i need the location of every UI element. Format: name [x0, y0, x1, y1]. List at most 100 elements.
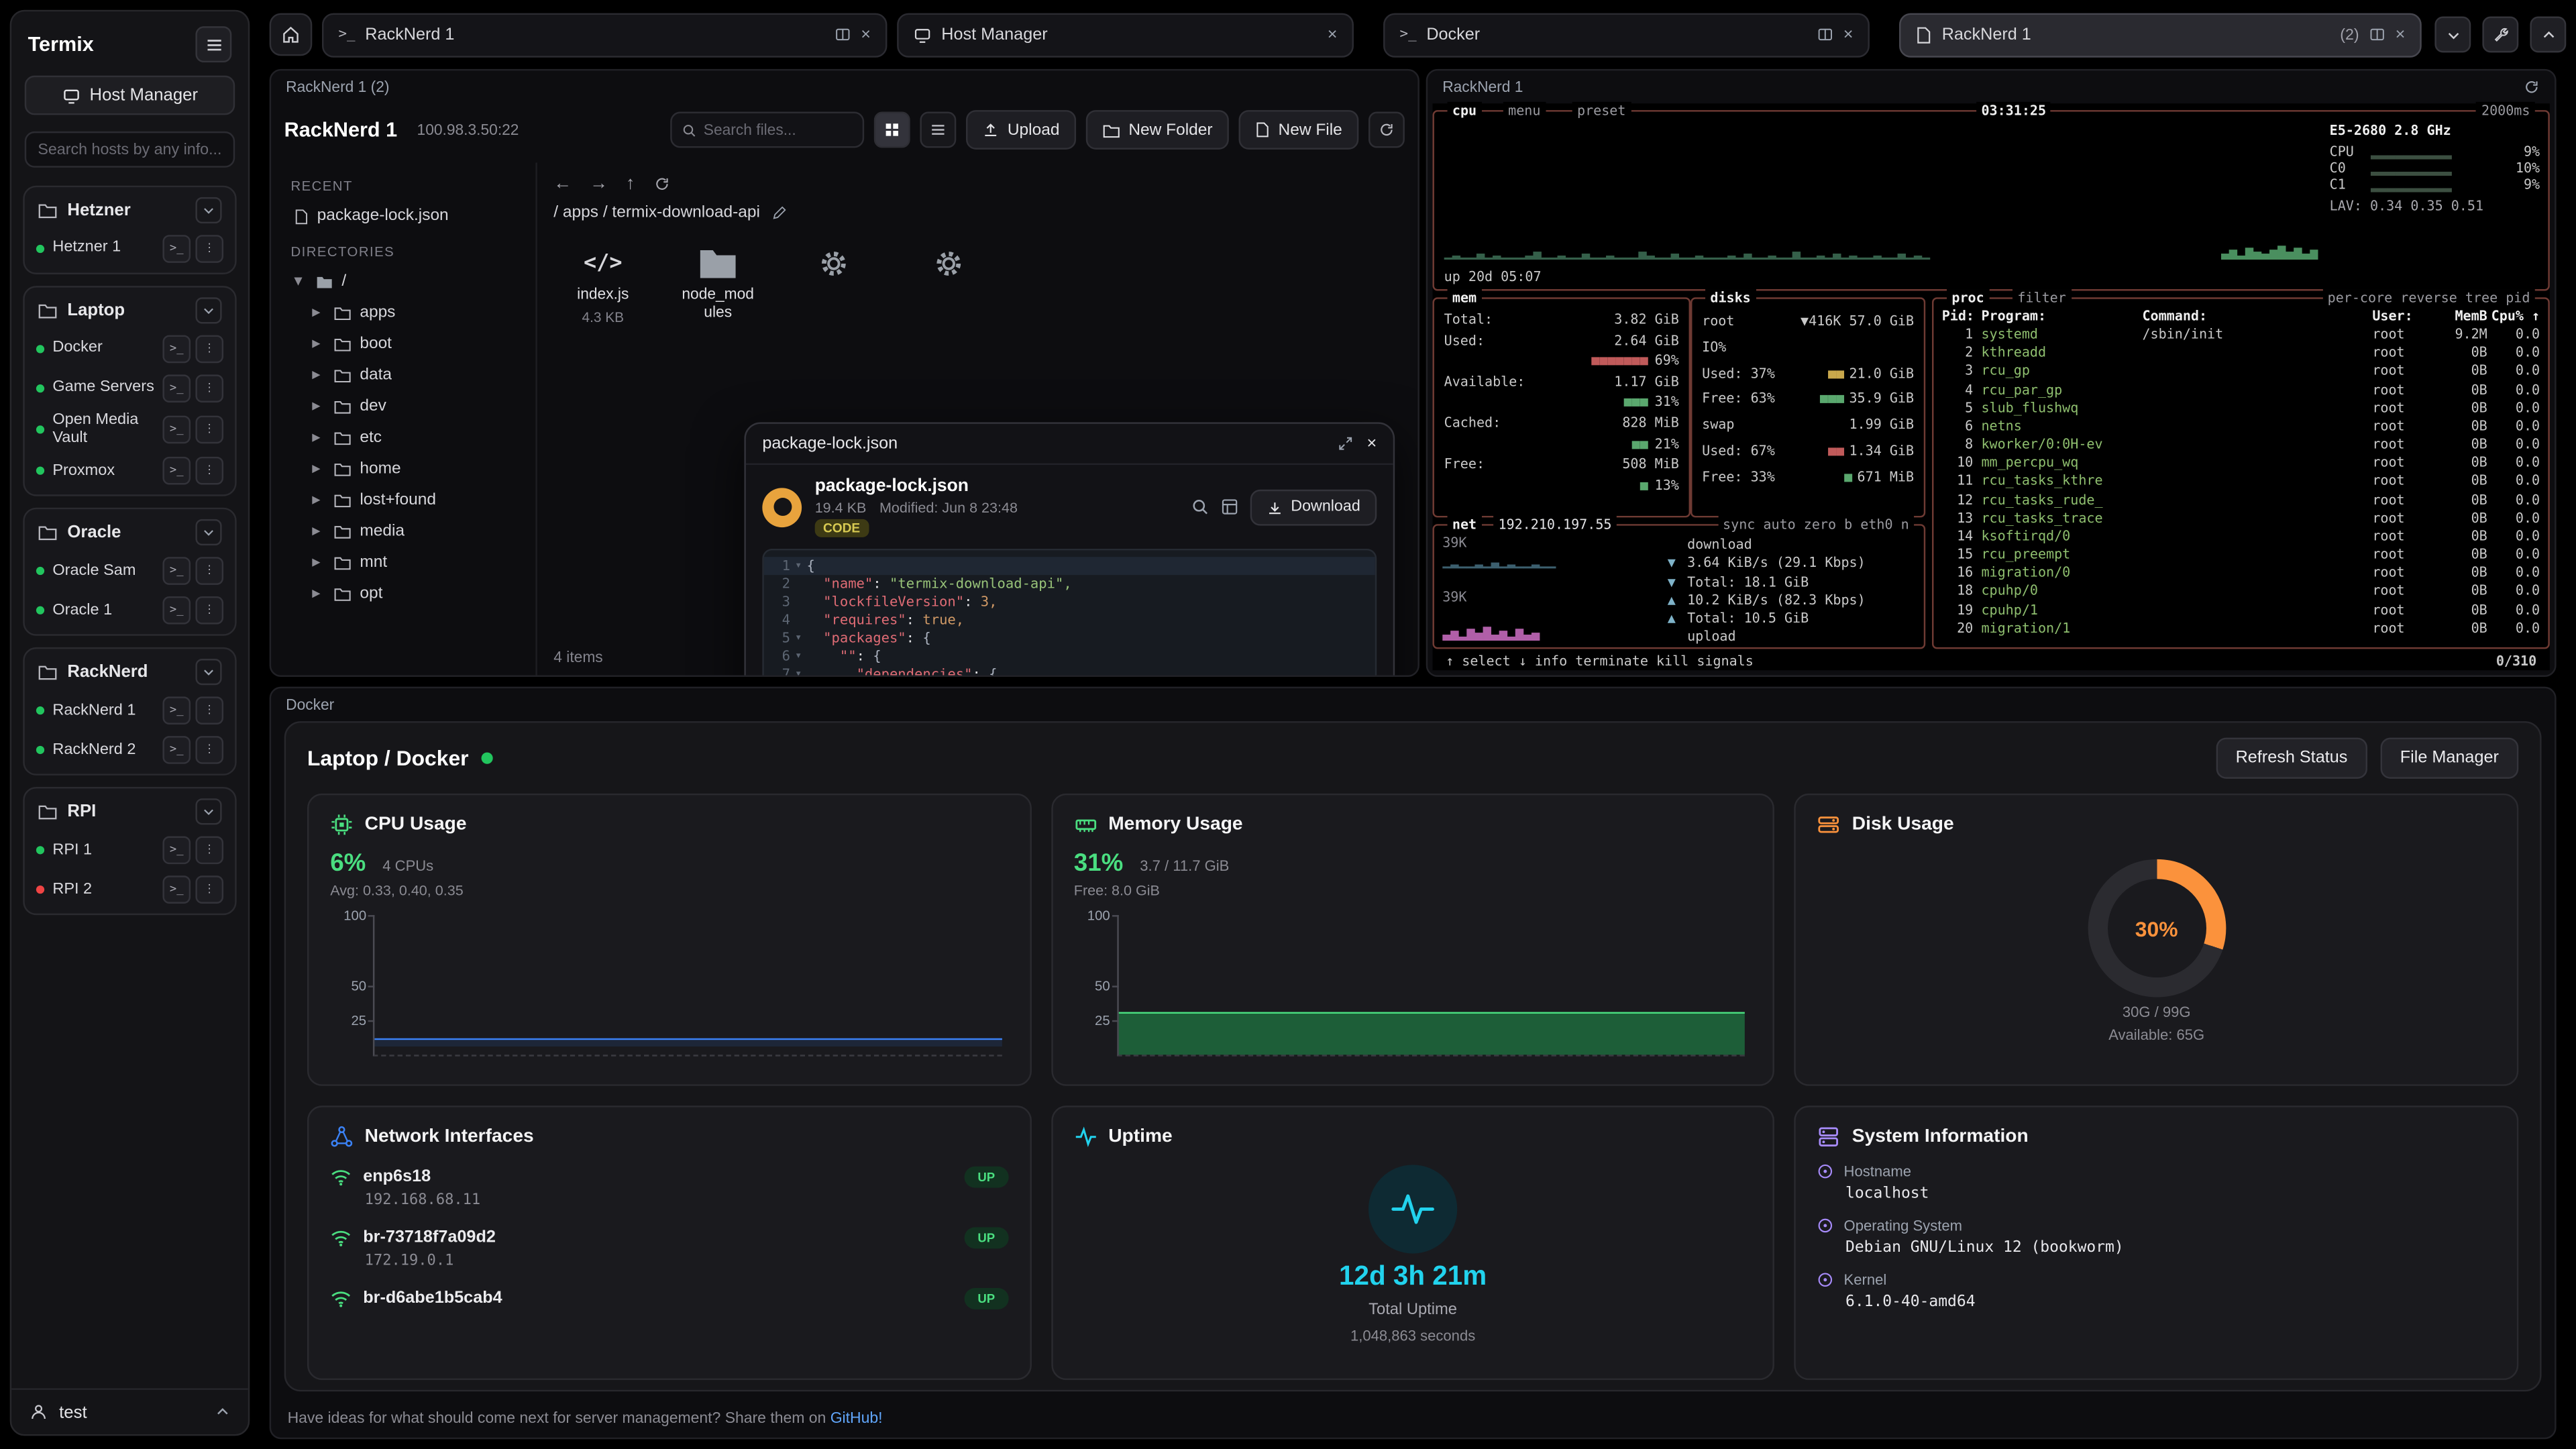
process-row[interactable]: 1 systemd /sbin/init root 9.2M 0.0 — [1933, 325, 2548, 343]
host-menu-button[interactable]: ⋮ — [195, 234, 223, 262]
directory-item[interactable]: ▸ etc — [271, 422, 535, 453]
process-row[interactable]: 19 cpuhp/1 root 0B 0.0 — [1933, 600, 2548, 619]
recent-file-item[interactable]: package-lock.json — [271, 201, 535, 232]
back-button[interactable]: ← — [553, 174, 572, 194]
host-terminal-button[interactable]: >_ — [162, 696, 191, 724]
file-item-config[interactable] — [784, 245, 882, 325]
process-row[interactable]: 3 rcu_gp root 0B 0.0 — [1933, 362, 2548, 380]
process-row[interactable]: 11 rcu_tasks_kthre root 0B 0.0 — [1933, 472, 2548, 490]
host-menu-button[interactable]: ⋮ — [195, 456, 223, 484]
process-row[interactable]: 14 ksoftirqd/0 root 0B 0.0 — [1933, 527, 2548, 545]
edit-path-icon[interactable] — [771, 205, 786, 220]
host-menu-button[interactable]: ⋮ — [195, 875, 223, 903]
expand-icon[interactable] — [1337, 435, 1353, 451]
file-item-config-2[interactable] — [899, 245, 998, 325]
host-menu-button[interactable]: ⋮ — [195, 735, 223, 763]
tab-list-dropdown-button[interactable] — [2434, 16, 2471, 52]
host-item[interactable]: Hetzner 1 >_ ⋮ — [30, 228, 230, 268]
host-terminal-button[interactable]: >_ — [162, 374, 191, 402]
host-menu-button[interactable]: ⋮ — [195, 374, 223, 402]
forward-button[interactable]: → — [590, 174, 608, 194]
file-item-node-modules[interactable]: node_modules — [669, 245, 767, 325]
file-search-input[interactable] — [704, 121, 853, 138]
host-item[interactable]: Game Servers >_ ⋮ — [30, 368, 230, 408]
hamburger-menu-button[interactable] — [195, 26, 231, 62]
collapse-button[interactable] — [2530, 16, 2566, 52]
process-row[interactable]: 20 migration/1 root 0B 0.0 — [1933, 619, 2548, 637]
host-terminal-button[interactable]: >_ — [162, 456, 191, 484]
list-view-button[interactable] — [920, 112, 957, 148]
host-terminal-button[interactable]: >_ — [162, 234, 191, 262]
process-row[interactable]: 12 rcu_tasks_rude_ root 0B 0.0 — [1933, 490, 2548, 508]
upload-button[interactable]: Upload — [967, 110, 1076, 150]
directory-item[interactable]: ▸ dev — [271, 391, 535, 423]
chevron-down-icon[interactable] — [195, 519, 221, 545]
process-list[interactable]: 1 systemd /sbin/init root 9.2M 0.0 2 kth… — [1933, 325, 2548, 637]
group-header[interactable]: Laptop — [30, 292, 230, 329]
chevron-down-icon[interactable] — [195, 659, 221, 685]
sync-icon[interactable] — [2524, 79, 2540, 95]
new-folder-button[interactable]: New Folder — [1086, 110, 1229, 150]
directory-item[interactable]: ▸ apps — [271, 297, 535, 329]
file-item-indexjs[interactable]: </> index.js 4.3 KB — [553, 245, 652, 325]
group-header[interactable]: Hetzner — [30, 193, 230, 229]
host-item[interactable]: Proxmox >_ ⋮ — [30, 450, 230, 490]
process-row[interactable]: 6 netns root 0B 0.0 — [1933, 417, 2548, 435]
process-row[interactable]: 10 mm_percpu_wq root 0B 0.0 — [1933, 454, 2548, 472]
process-row[interactable]: 5 slub_flushwq root 0B 0.0 — [1933, 399, 2548, 417]
up-button[interactable]: ↑ — [626, 174, 635, 194]
host-terminal-button[interactable]: >_ — [162, 875, 191, 903]
host-item[interactable]: Docker >_ ⋮ — [30, 329, 230, 368]
host-menu-button[interactable]: ⋮ — [195, 835, 223, 863]
host-menu-button[interactable]: ⋮ — [195, 596, 223, 624]
github-link[interactable]: GitHub! — [830, 1408, 883, 1426]
host-menu-button[interactable]: ⋮ — [195, 415, 223, 443]
close-icon[interactable]: × — [861, 25, 871, 44]
directory-item[interactable]: ▸ media — [271, 516, 535, 547]
process-row[interactable]: 13 rcu_tasks_trace root 0B 0.0 — [1933, 508, 2548, 527]
process-row[interactable]: 16 migration/0 root 0B 0.0 — [1933, 564, 2548, 582]
host-terminal-button[interactable]: >_ — [162, 415, 191, 443]
process-row[interactable]: 4 rcu_par_gp root 0B 0.0 — [1933, 380, 2548, 398]
host-menu-button[interactable]: ⋮ — [195, 696, 223, 724]
host-search-input[interactable] — [38, 140, 250, 158]
tab-host-manager[interactable]: Host Manager × — [897, 12, 1354, 56]
group-header[interactable]: RackNerd — [30, 654, 230, 690]
process-row[interactable]: 8 kworker/0:0H-ev root 0B 0.0 — [1933, 435, 2548, 453]
close-icon[interactable]: × — [1367, 435, 1377, 453]
file-manager-button[interactable]: File Manager — [2380, 738, 2518, 779]
search-in-file-icon[interactable] — [1191, 498, 1209, 516]
terminal-screen[interactable]: cpu menu preset 03:31:25 2000ms ▁▂▁▁▃▁▂▁… — [1433, 103, 2550, 670]
tab-racknerd1-terminal[interactable]: >_ RackNerd 1 × — [322, 12, 887, 56]
host-item[interactable]: Oracle 1 >_ ⋮ — [30, 590, 230, 629]
chevron-down-icon[interactable] — [195, 297, 221, 323]
host-terminal-button[interactable]: >_ — [162, 334, 191, 362]
refresh-path-button[interactable] — [653, 176, 669, 192]
host-terminal-button[interactable]: >_ — [162, 835, 191, 863]
host-item[interactable]: Oracle Sam >_ ⋮ — [30, 551, 230, 590]
host-item[interactable]: Open Media Vault >_ ⋮ — [30, 407, 230, 450]
host-menu-button[interactable]: ⋮ — [195, 334, 223, 362]
home-button[interactable] — [270, 13, 313, 56]
close-icon[interactable]: × — [2396, 25, 2406, 44]
refresh-status-button[interactable]: Refresh Status — [2216, 738, 2367, 779]
chevron-down-icon[interactable] — [195, 798, 221, 824]
chevron-down-icon[interactable] — [195, 197, 221, 223]
group-header[interactable]: RPI — [30, 794, 230, 830]
tools-button[interactable] — [2482, 16, 2518, 52]
split-view-icon[interactable] — [2369, 26, 2385, 42]
tab-docker[interactable]: >_ Docker × — [1383, 12, 1870, 56]
directory-item[interactable]: ▸ mnt — [271, 547, 535, 579]
tab-racknerd1-files[interactable]: RackNerd 1 (2) × — [1899, 12, 2422, 56]
host-terminal-button[interactable]: >_ — [162, 596, 191, 624]
new-file-button[interactable]: New File — [1239, 110, 1359, 150]
refresh-button[interactable] — [1368, 112, 1405, 148]
view-mode-icon[interactable] — [1220, 498, 1238, 516]
grid-view-button[interactable] — [874, 112, 910, 148]
process-row[interactable]: 15 rcu_preempt root 0B 0.0 — [1933, 545, 2548, 564]
split-view-icon[interactable] — [1817, 26, 1833, 42]
group-header[interactable]: Oracle — [30, 515, 230, 551]
ch evron-up-icon[interactable] — [215, 1405, 230, 1419]
host-item[interactable]: RackNerd 1 >_ ⋮ — [30, 690, 230, 730]
close-icon[interactable]: × — [1843, 25, 1854, 44]
